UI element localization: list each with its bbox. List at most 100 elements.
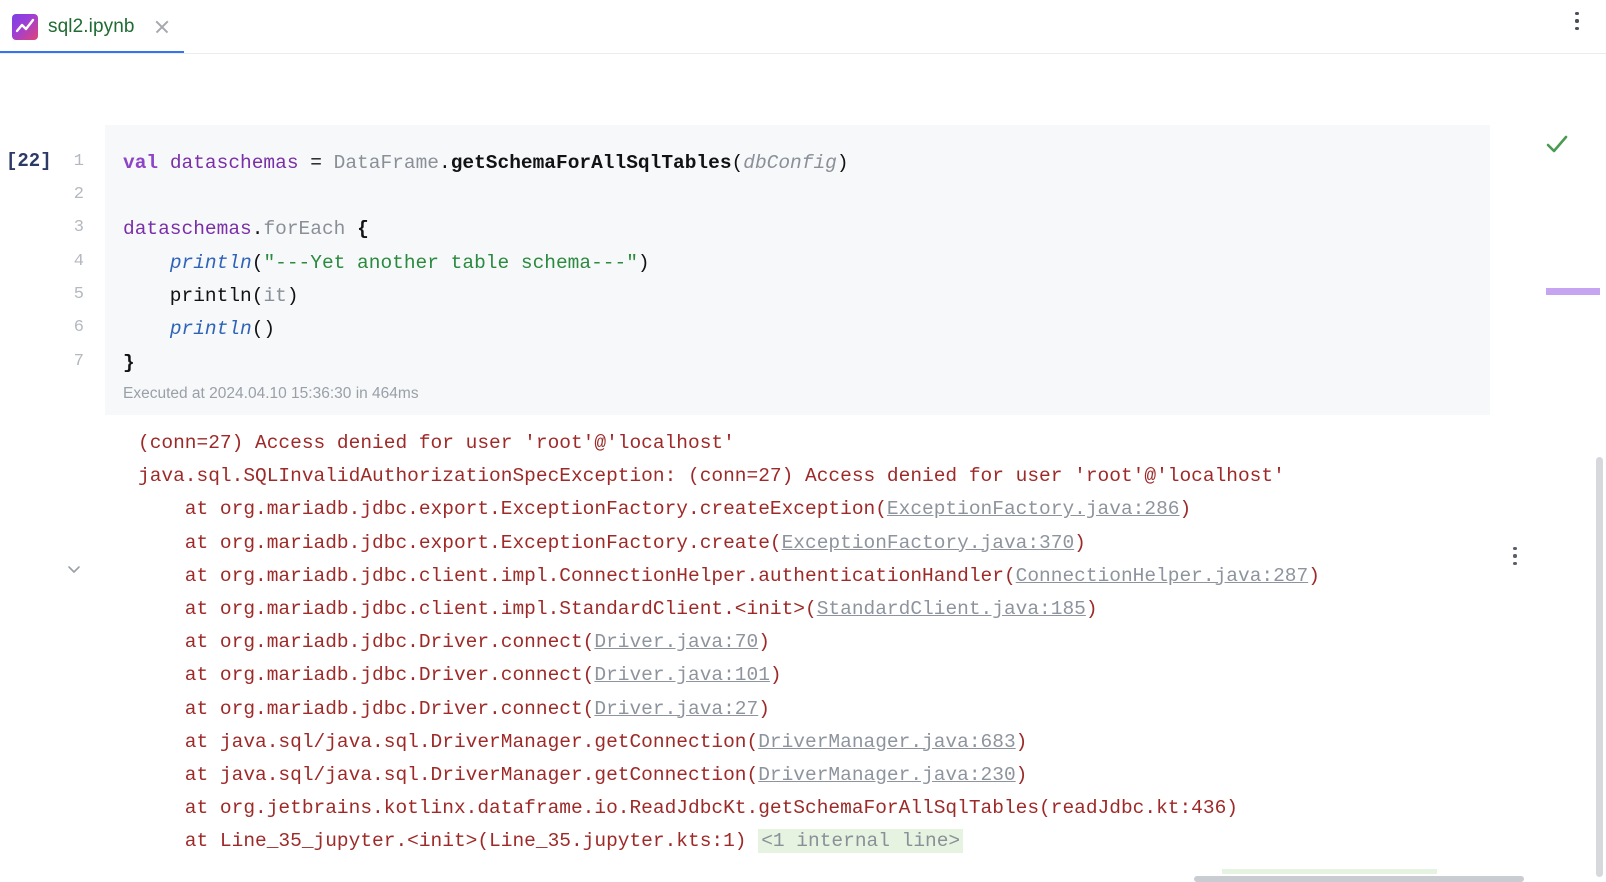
code-line[interactable]: dataschemas.forEach { xyxy=(123,218,369,240)
code-token: forEach xyxy=(263,218,346,240)
error-text: ) xyxy=(1308,564,1320,587)
code-line[interactable]: println() xyxy=(123,318,275,340)
error-line: at org.mariadb.jdbc.Driver.connect(Drive… xyxy=(138,698,770,720)
source-link[interactable]: ExceptionFactory.java:370 xyxy=(782,532,1075,554)
line-number: 2 xyxy=(73,185,84,204)
error-text: at Line_35_jupyter.<init>(Line_35.jupyte… xyxy=(138,830,759,853)
code-token: ) xyxy=(836,152,849,174)
output-collapse-chevron-down-icon[interactable] xyxy=(66,561,82,577)
source-link[interactable]: Driver.java:70 xyxy=(594,631,758,653)
error-text: at org.mariadb.jdbc.client.impl.Standard… xyxy=(138,598,817,620)
output-more-vertical-icon[interactable] xyxy=(1507,547,1523,569)
code-token: println xyxy=(169,318,252,340)
line-number: 6 xyxy=(73,318,84,337)
error-line: at java.sql/java.sql.DriverManager.getCo… xyxy=(138,730,1028,753)
output-highlight-band xyxy=(1222,869,1437,874)
code-token: dataschemas xyxy=(169,152,299,174)
error-text: at org.jetbrains.kotlinx.dataframe.io.Re… xyxy=(138,797,1238,820)
error-line: at java.sql/java.sql.DriverManager.getCo… xyxy=(138,764,1028,786)
code-token: ) xyxy=(286,285,299,307)
error-line: at org.mariadb.jdbc.export.ExceptionFact… xyxy=(138,532,1086,554)
error-text: ) xyxy=(1015,730,1028,753)
error-text: at org.mariadb.jdbc.client.impl.Connecti… xyxy=(138,564,1016,587)
error-text: ) xyxy=(758,697,770,720)
source-link[interactable]: DriverManager.java:230 xyxy=(758,764,1015,786)
code-token: () xyxy=(251,318,276,340)
code-line[interactable]: val dataschemas = DataFrame.getSchemaFor… xyxy=(123,152,849,174)
tabbar-divider xyxy=(0,53,1606,54)
code-token: "---Yet another table schema---" xyxy=(263,252,638,274)
code-token: println xyxy=(169,252,252,274)
source-link[interactable]: Driver.java:101 xyxy=(594,664,770,686)
error-text: at java.sql/java.sql.DriverManager.getCo… xyxy=(138,730,759,753)
code-token: . xyxy=(251,218,264,240)
code-token: it xyxy=(263,285,287,307)
line-number: 5 xyxy=(73,285,84,304)
source-link[interactable]: ConnectionHelper.java:287 xyxy=(1016,565,1309,587)
error-text: at org.mariadb.jdbc.Driver.connect( xyxy=(138,664,595,687)
editor-tab-sql2[interactable]: sql2.ipynb xyxy=(0,0,185,54)
error-text: ) xyxy=(1015,764,1028,786)
execution-count: [22] xyxy=(6,150,52,172)
error-text: <1 internal line> xyxy=(758,829,964,854)
source-link[interactable]: StandardClient.java:185 xyxy=(817,598,1086,620)
error-text: at org.mariadb.jdbc.export.ExceptionFact… xyxy=(138,498,887,521)
error-line: java.sql.SQLInvalidAuthorizationSpecExce… xyxy=(138,465,1285,487)
error-text: at java.sql/java.sql.DriverManager.getCo… xyxy=(138,764,759,786)
error-line: at org.mariadb.jdbc.export.ExceptionFact… xyxy=(138,498,1191,520)
error-text: ) xyxy=(758,631,770,654)
code-line[interactable]: } xyxy=(123,352,135,374)
code-line[interactable]: println(it) xyxy=(123,285,299,307)
error-text: ) xyxy=(1179,498,1192,521)
code-token: . xyxy=(438,152,451,174)
error-line: (conn=27) Access denied for user 'root'@… xyxy=(138,432,735,454)
error-text: ) xyxy=(1074,531,1086,554)
notebook-toolbar: Code Managed Jupyter server: auto-start … xyxy=(0,56,1606,168)
line-number: 1 xyxy=(73,152,84,171)
horizontal-scrollbar[interactable] xyxy=(1194,876,1524,882)
error-line: at Line_35_jupyter.<init>(Line_35.jupyte… xyxy=(138,829,964,854)
code-token: = xyxy=(298,152,334,174)
code-token: { xyxy=(357,218,369,240)
error-text: ) xyxy=(769,664,782,687)
notebook-sheet: [22] 1 2 3 4 5 6 7 val dataschemas = DataFrame… xyxy=(0,112,1588,882)
code-token: } xyxy=(123,352,135,374)
editor-tab-bar: sql2.ipynb xyxy=(0,0,1606,56)
code-token: dbConfig xyxy=(743,152,837,174)
execution-info: Executed at 2024.04.10 15:36:30 in 464ms xyxy=(123,385,419,402)
error-line: at org.mariadb.jdbc.Driver.connect(Drive… xyxy=(138,664,782,686)
vertical-scrollbar[interactable] xyxy=(1546,112,1606,882)
error-text: java.sql.SQLInvalidAuthorizationSpecExce… xyxy=(138,465,1285,488)
source-link[interactable]: ExceptionFactory.java:286 xyxy=(887,498,1180,520)
source-link[interactable]: Driver.java:27 xyxy=(594,698,758,720)
error-text: ) xyxy=(1085,598,1098,620)
error-line: at org.mariadb.jdbc.client.impl.Standard… xyxy=(138,598,1098,620)
code-line[interactable]: println("---Yet another table schema---"… xyxy=(123,252,650,274)
error-text: (conn=27) Access denied for user 'root'@… xyxy=(138,432,735,454)
error-text: at org.mariadb.jdbc.export.ExceptionFact… xyxy=(138,531,782,554)
code-token: ( xyxy=(251,252,264,274)
error-text: at org.mariadb.jdbc.Driver.connect( xyxy=(138,631,595,654)
code-token: DataFrame xyxy=(333,152,439,174)
line-number: 3 xyxy=(73,218,84,237)
code-token: ) xyxy=(637,252,650,274)
error-line: at org.jetbrains.kotlinx.dataframe.io.Re… xyxy=(138,797,1238,819)
jupyter-notebook-icon xyxy=(12,14,38,40)
error-text: at org.mariadb.jdbc.Driver.connect( xyxy=(138,697,595,720)
close-icon[interactable] xyxy=(153,18,171,36)
code-token: getSchemaForAllSqlTables xyxy=(450,152,732,174)
source-link[interactable]: DriverManager.java:683 xyxy=(758,731,1015,753)
jupyter-notebook-window: sql2.ipynb [22] 1 2 3 4 5 6 7 val datasc… xyxy=(0,0,1606,882)
line-number: 7 xyxy=(73,352,84,371)
code-token: dataschemas xyxy=(123,218,252,240)
error-line: at org.mariadb.jdbc.client.impl.Connecti… xyxy=(138,565,1320,587)
check-icon xyxy=(1544,132,1570,163)
error-line: at org.mariadb.jdbc.Driver.connect(Drive… xyxy=(138,631,770,653)
code-token: println( xyxy=(123,285,264,307)
scrollbar-thumb[interactable] xyxy=(1596,457,1603,877)
more-vertical-icon[interactable] xyxy=(1564,12,1590,42)
